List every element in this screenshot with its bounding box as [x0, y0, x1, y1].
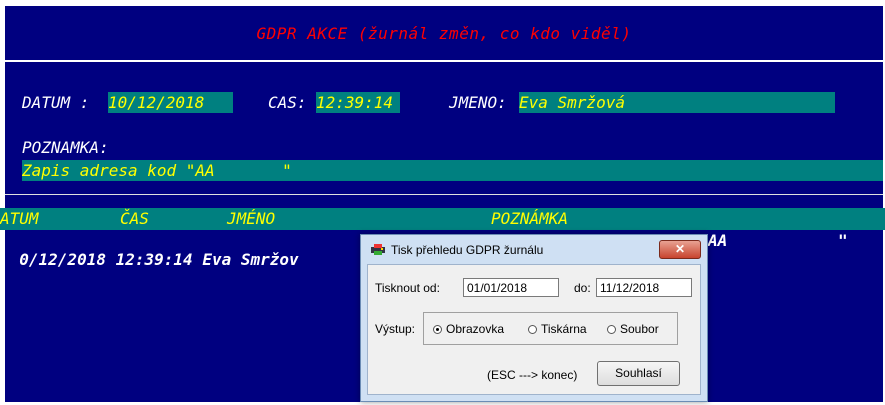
table-row[interactable]: 0/12/2018 12:39:14 Eva Smržov	[0, 231, 299, 269]
dialog-title: Tisk přehledu GDPR žurnálu	[391, 243, 544, 257]
datum-label: DATUM :	[22, 93, 90, 112]
printer-icon	[371, 244, 385, 255]
screen-title: GDPR AKCE (žurnál změn, co kdo viděl)	[256, 24, 632, 43]
from-label: Tisknout od:	[375, 281, 440, 295]
jmeno-label: JMENO:	[449, 93, 507, 112]
row-date: 0/12/2018	[19, 250, 106, 269]
radio-empty-icon	[528, 325, 537, 334]
radio-soubor[interactable]: Soubor	[607, 322, 659, 336]
title-bar-panel: GDPR AKCE (žurnál změn, co kdo viděl)	[5, 6, 883, 60]
radio-empty-icon	[607, 325, 616, 334]
row-note-tail: AA	[708, 231, 728, 250]
col-cas: ČAS	[120, 209, 149, 228]
to-date-input[interactable]: 11/12/2018	[596, 278, 692, 297]
close-button[interactable]: ✕	[659, 240, 701, 259]
datum-field[interactable]: 10/12/2018	[108, 92, 233, 113]
col-jmeno: JMÉNO	[227, 209, 276, 228]
row-name: Eva Smržov	[202, 250, 299, 269]
jmeno-field[interactable]: Eva Smržová	[519, 92, 835, 113]
cas-label: CAS:	[268, 93, 307, 112]
radio-obrazovka[interactable]: Obrazovka	[433, 322, 504, 336]
to-label: do:	[574, 281, 591, 295]
table-header: ATUM ČAS JMÉNO POZNÁMKA	[0, 208, 885, 230]
radio-selected-icon	[433, 325, 442, 334]
dialog-body: Tisknout od: 01/01/2018 do: 11/12/2018 V…	[367, 264, 701, 395]
esc-hint: (ESC ---> konec)	[487, 368, 578, 382]
radio-tiskarna[interactable]: Tiskárna	[528, 322, 587, 336]
poznamka-field[interactable]: Zapis adresa kod "AA "	[22, 160, 883, 181]
dialog-titlebar[interactable]: Tisk přehledu GDPR žurnálu ✕	[361, 235, 707, 263]
from-date-input[interactable]: 01/01/2018	[463, 278, 559, 297]
output-radio-group: Obrazovka Tiskárna Soubor	[423, 312, 678, 345]
row-time: 12:39:14	[115, 250, 193, 269]
print-dialog: Tisk přehledu GDPR žurnálu ✕ Tisknout od…	[360, 234, 708, 402]
col-datum: ATUM	[0, 209, 39, 228]
divider	[5, 194, 883, 195]
output-label: Výstup:	[375, 322, 416, 336]
cas-field[interactable]: 12:39:14	[316, 92, 400, 113]
poznamka-label: POZNAMKA:	[22, 138, 109, 157]
col-poznamka: POZNÁMKA	[491, 209, 569, 228]
ok-button[interactable]: Souhlasí	[597, 361, 680, 386]
row-quote: "	[838, 231, 848, 250]
